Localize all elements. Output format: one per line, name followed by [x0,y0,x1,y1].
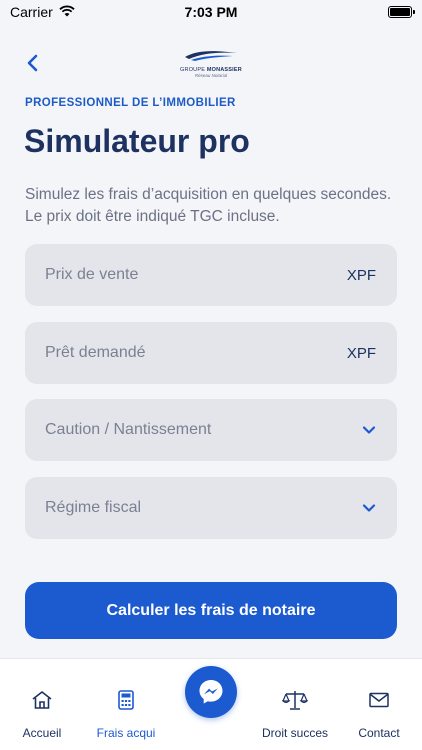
chevron-down-icon [362,426,376,434]
tab-contact-label: Contact [358,726,400,740]
battery-icon [388,6,415,18]
logo: GROUPE MONASSIER Réseau Notarial [176,48,246,84]
home-icon [31,689,53,711]
status-bar: Carrier 7:03 PM [0,0,422,24]
status-left: Carrier [10,4,75,20]
tab-frais-acqui-label: Frais acqui [96,726,156,740]
clock: 7:03 PM [184,4,238,20]
tab-frais-acqui[interactable]: Frais acqui [86,659,166,750]
page-title: Simulateur pro [24,123,250,159]
loan-amount-unit: XPF [346,344,376,362]
tab-droit-succes-label: Droit succes [261,726,329,740]
back-button[interactable] [20,50,46,76]
envelope-icon [369,689,389,711]
guarantee-select[interactable]: Caution / Nantissement [25,399,397,461]
logo-wave-icon [185,51,237,61]
tab-accueil[interactable]: Accueil [2,659,82,750]
sale-price-placeholder: Prix de vente [45,266,139,283]
sale-price-unit: XPF [346,266,376,284]
scales-icon [282,689,308,711]
guarantee-placeholder: Caution / Nantissement [45,421,212,438]
messenger-button[interactable] [185,666,237,718]
messenger-icon [199,680,223,704]
loan-amount-placeholder: Prêt demandé [45,344,146,361]
eyebrow-label: PROFESSIONNEL DE L’IMMOBILIER [25,97,236,109]
loan-amount-input[interactable]: Prêt demandé XPF [25,322,397,384]
calculator-icon [118,689,134,711]
header: GROUPE MONASSIER Réseau Notarial [0,44,422,84]
wifi-icon [59,4,75,20]
tax-regime-placeholder: Régime fiscal [45,499,142,516]
chevron-down-icon [362,504,376,512]
sale-price-input[interactable]: Prix de vente XPF [25,244,397,306]
page-description: Simulez les frais d’acquisition en quelq… [25,186,392,225]
tab-contact[interactable]: Contact [339,659,419,750]
carrier-label: Carrier [10,4,53,20]
chevron-left-icon [27,54,38,72]
calculate-fees-button[interactable]: Calculer les frais de notaire [25,582,397,639]
logo-tagline: Réseau Notarial [194,73,228,78]
tab-accueil-label: Accueil [22,726,62,740]
tab-droit-succes[interactable]: Droit succes [255,659,335,750]
tax-regime-select[interactable]: Régime fiscal [25,477,397,539]
